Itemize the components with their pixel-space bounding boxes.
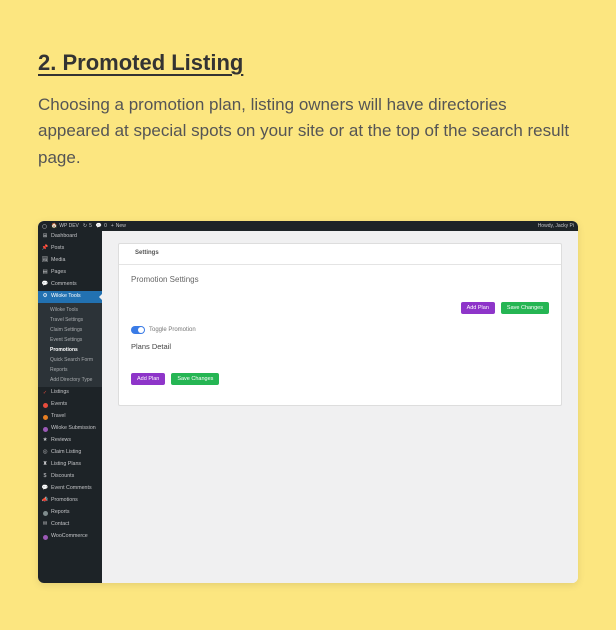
adminbar-greeting[interactable]: Howdy, Jacky Pi (538, 223, 574, 229)
reports-icon (42, 510, 48, 516)
events-icon (42, 402, 48, 408)
settings-tabs: Settings (119, 244, 561, 265)
menu-dashboard[interactable]: ⊞Dashboard (38, 231, 102, 243)
menu-contact[interactable]: ✉Contact (38, 519, 102, 531)
menu-pages[interactable]: ▤Pages (38, 267, 102, 279)
menu-comments[interactable]: 💬Comments (38, 279, 102, 291)
pin-icon: 📌 (42, 246, 48, 252)
wp-content-area: Settings Promotion Settings Add Plan Sav… (102, 231, 578, 583)
menu-listing-plans[interactable]: ♜Listing Plans (38, 459, 102, 471)
section-description: Choosing a promotion plan, listing owner… (38, 92, 578, 171)
claim-icon: ◎ (42, 450, 48, 456)
discounts-icon: $ (42, 474, 48, 480)
gear-icon: ⚙ (42, 294, 48, 300)
check-icon: ✓ (42, 390, 48, 396)
promotions-icon: 📣 (42, 498, 48, 504)
menu-woocommerce[interactable]: WooCommerce (38, 531, 102, 543)
submenu-claim-settings[interactable]: Claim Settings (38, 325, 102, 335)
submenu-event-settings[interactable]: Event Settings (38, 335, 102, 345)
adminbar-updates[interactable]: ↻ 5 (83, 223, 92, 229)
wp-logo-icon[interactable] (42, 224, 47, 229)
adminbar-new[interactable]: + New (111, 223, 126, 229)
submission-icon (42, 426, 48, 432)
wp-adminbar: 🏠 WP DEV ↻ 5 💬 0 + New Howdy, Jacky Pi (38, 221, 578, 231)
reviews-icon: ★ (42, 438, 48, 444)
menu-travel[interactable]: Travel (38, 411, 102, 423)
menu-reports[interactable]: Reports (38, 507, 102, 519)
travel-icon (42, 414, 48, 420)
menu-reviews[interactable]: ★Reviews (38, 435, 102, 447)
pages-icon: ▤ (42, 270, 48, 276)
comments-icon: 💬 (42, 282, 48, 288)
save-changes-button-bottom[interactable]: Save Changes (171, 373, 219, 385)
adminbar-comments[interactable]: 💬 0 (96, 223, 107, 229)
wp-admin-screenshot: 🏠 WP DEV ↻ 5 💬 0 + New Howdy, Jacky Pi ⊞… (38, 221, 578, 583)
submenu-reports[interactable]: Reports (38, 365, 102, 375)
submenu-promotions[interactable]: Promotions (38, 345, 102, 355)
menu-listings[interactable]: ✓Listings (38, 387, 102, 399)
event-comments-icon: 💬 (42, 486, 48, 492)
toggle-label: Toggle Promotion (149, 327, 196, 333)
menu-media[interactable]: 🖼Media (38, 255, 102, 267)
toggle-promotion-switch[interactable] (131, 326, 145, 334)
save-changes-button-top[interactable]: Save Changes (501, 302, 549, 314)
media-icon: 🖼 (42, 258, 48, 264)
add-plan-button-bottom[interactable]: Add Plan (131, 373, 165, 385)
plans-detail-heading: Plans Detail (131, 342, 549, 351)
menu-wiloke-submission[interactable]: Wiloke Submission (38, 423, 102, 435)
menu-promotions[interactable]: 📣Promotions (38, 495, 102, 507)
submenu-add-directory[interactable]: Add Directory Type (38, 375, 102, 385)
contact-icon: ✉ (42, 522, 48, 528)
settings-panel: Settings Promotion Settings Add Plan Sav… (118, 243, 562, 406)
section-heading: 2. Promoted Listing (38, 50, 578, 76)
tab-settings[interactable]: Settings (127, 244, 167, 264)
panel-title: Promotion Settings (131, 275, 549, 284)
menu-discounts[interactable]: $Discounts (38, 471, 102, 483)
add-plan-button-top[interactable]: Add Plan (461, 302, 495, 314)
submenu-quick-search[interactable]: Quick Search Form (38, 355, 102, 365)
menu-event-comments[interactable]: 💬Event Comments (38, 483, 102, 495)
menu-events[interactable]: Events (38, 399, 102, 411)
menu-claim-listing[interactable]: ◎Claim Listing (38, 447, 102, 459)
woocommerce-icon (42, 534, 48, 540)
menu-wiloke-tools[interactable]: ⚙Wiloke Tools (38, 291, 102, 303)
submenu-travel-settings[interactable]: Travel Settings (38, 315, 102, 325)
dashboard-icon: ⊞ (42, 234, 48, 240)
wp-sidebar: ⊞Dashboard 📌Posts 🖼Media ▤Pages 💬Comment… (38, 231, 102, 583)
menu-posts[interactable]: 📌Posts (38, 243, 102, 255)
submenu-wiloke-tools[interactable]: Wiloke Tools (38, 305, 102, 315)
wiloke-submenu: Wiloke Tools Travel Settings Claim Setti… (38, 303, 102, 387)
adminbar-site[interactable]: 🏠 WP DEV (51, 223, 79, 229)
plans-icon: ♜ (42, 462, 48, 468)
